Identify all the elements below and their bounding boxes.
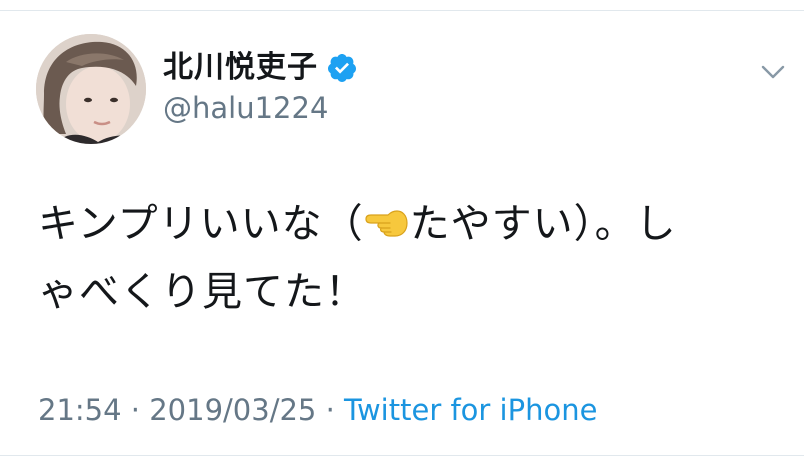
tweet-card: 北川悦吏子 @halu1224 キンプリいいな（ たやすい）。し ゃべくり見てた… [0,0,804,460]
meta-separator: · [121,393,150,427]
tweet-text-segment: たやすい）。し [409,201,677,247]
tweet-meta: 21:54 · 2019/03/25 · Twitter for iPhone [38,388,597,432]
tweet-source-link[interactable]: Twitter for iPhone [344,393,597,427]
display-name[interactable]: 北川悦吏子 [163,48,318,88]
verified-badge-icon [328,54,357,82]
tweet-time[interactable]: 21:54 [38,393,122,427]
name-row: 北川悦吏子 [163,48,358,88]
tweet-date[interactable]: 2019/03/25 [149,393,316,427]
avatar-photo-icon [36,34,146,144]
top-divider [0,10,804,11]
avatar[interactable] [36,34,146,144]
chevron-down-icon[interactable] [760,62,786,82]
tweet-text-line-2: ゃべくり見てた！ [38,269,366,315]
backhand-index-pointing-left-icon [365,210,408,237]
bottom-divider [0,455,804,456]
tweet-text-segment: キンプリいいな（ [38,201,364,247]
tweet-text: キンプリいいな（ たやすい）。し ゃべくり見てた！ [38,190,778,326]
user-handle[interactable]: @halu1224 [163,88,328,128]
meta-separator: · [316,393,345,427]
tweet-text-line-1: キンプリいいな（ たやすい）。し [38,190,778,258]
